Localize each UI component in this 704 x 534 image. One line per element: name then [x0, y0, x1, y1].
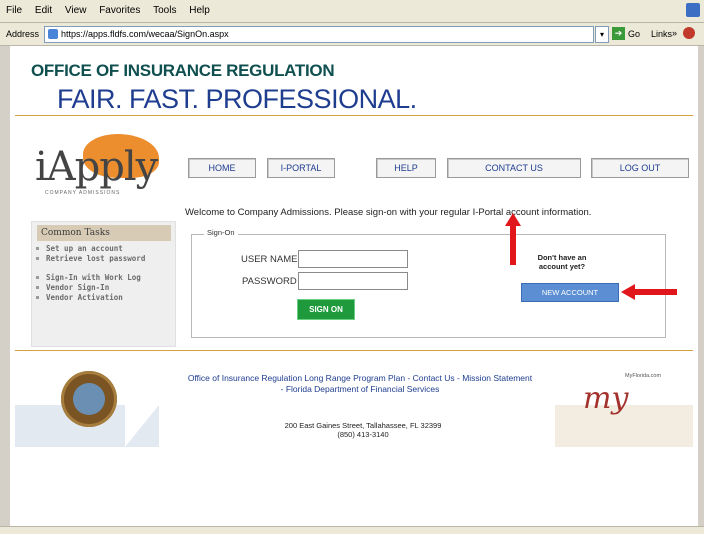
- arrow-left-icon: [621, 284, 677, 300]
- menu-help[interactable]: Help: [183, 0, 214, 16]
- chevron-right-icon[interactable]: »: [672, 28, 677, 38]
- toolbar-extension-icon[interactable]: [683, 27, 695, 39]
- seal-center: [73, 383, 105, 415]
- tagline: FAIR. FAST. PROFESSIONAL.: [57, 84, 417, 114]
- myflorida-link[interactable]: MyFlorida.com: [625, 373, 661, 379]
- footer-links: Office of Insurance Regulation Long Rang…: [160, 373, 560, 395]
- password-label: PASSWORD: [242, 276, 297, 287]
- task-sign-in-work-log[interactable]: Sign-In with Work Log: [46, 273, 141, 282]
- footer-phone: (850) 413-3140: [337, 430, 389, 439]
- footer-address: 200 East Gaines Street, Tallahassee, FL …: [263, 421, 463, 439]
- menu-file[interactable]: File: [0, 0, 26, 16]
- bullet-icon: [36, 296, 39, 299]
- sign-on-button[interactable]: SIGN ON: [297, 299, 355, 320]
- bullet-icon: [36, 247, 39, 250]
- page-icon: [48, 29, 58, 39]
- new-account-button[interactable]: NEW ACCOUNT: [521, 283, 619, 302]
- logo-text: iApply: [35, 144, 158, 190]
- footer-links-line2[interactable]: - Florida Department of Financial Servic…: [160, 384, 560, 395]
- task-vendor-sign-in[interactable]: Vendor Sign-In: [46, 283, 109, 292]
- links-button[interactable]: Links: [651, 29, 672, 39]
- address-url: https://apps.fldfs.com/wecaa/SignOn.aspx: [61, 29, 229, 39]
- bullet-icon: [36, 286, 39, 289]
- browser-logo-icon: [686, 3, 700, 17]
- nav-iportal-button[interactable]: I-PORTAL: [267, 158, 335, 178]
- username-label: USER NAME: [241, 254, 298, 265]
- arrow-up-icon: [505, 213, 521, 265]
- nav-logout-button[interactable]: LOG OUT: [591, 158, 689, 178]
- menu-edit[interactable]: Edit: [29, 0, 56, 16]
- browser-menubar: File Edit View Favorites Tools Help: [0, 0, 704, 23]
- myflorida-logo[interactable]: my: [583, 381, 628, 416]
- bullet-icon: [36, 276, 39, 279]
- password-input[interactable]: [298, 272, 408, 290]
- username-input[interactable]: [298, 250, 408, 268]
- bullet-icon: [36, 257, 39, 260]
- welcome-text: Welcome to Company Admissions. Please si…: [185, 207, 592, 218]
- common-tasks-sidebar: Common Tasks Set up an account Retrieve …: [31, 221, 176, 347]
- org-title: OFFICE OF INSURANCE REGULATION: [31, 61, 335, 80]
- go-arrow-icon[interactable]: ➔: [612, 27, 625, 40]
- task-vendor-activation[interactable]: Vendor Activation: [46, 293, 123, 302]
- address-bar: Address https://apps.fldfs.com/wecaa/Sig…: [0, 23, 704, 46]
- menu-view[interactable]: View: [59, 0, 91, 16]
- menu-tools[interactable]: Tools: [147, 0, 180, 16]
- address-label: Address: [6, 29, 40, 39]
- page: OFFICE OF INSURANCE REGULATION FAIR. FAS…: [15, 51, 693, 451]
- nav-help-button[interactable]: HELP: [376, 158, 436, 178]
- no-account-text: Don't have an account yet?: [537, 253, 587, 271]
- browser-viewport: OFFICE OF INSURANCE REGULATION FAIR. FAS…: [10, 46, 698, 526]
- go-button[interactable]: Go: [628, 29, 640, 39]
- footer-address-line1: 200 East Gaines Street, Tallahassee, FL …: [284, 421, 442, 430]
- task-set-up-account[interactable]: Set up an account: [46, 244, 123, 253]
- sidebar-title: Common Tasks: [37, 225, 171, 241]
- footer-divider: [15, 350, 693, 351]
- florida-seal-icon: [61, 371, 117, 427]
- signon-legend: Sign-On: [204, 228, 238, 237]
- logo-subtext: COMPANY ADMISSIONS: [45, 190, 121, 196]
- iapply-logo: iApply COMPANY ADMISSIONS: [35, 134, 159, 200]
- nav-contact-button[interactable]: CONTACT US: [447, 158, 581, 178]
- nav-home-button[interactable]: HOME: [188, 158, 256, 178]
- address-input[interactable]: https://apps.fldfs.com/wecaa/SignOn.aspx: [44, 26, 594, 43]
- task-retrieve-password[interactable]: Retrieve lost password: [46, 254, 146, 263]
- footer-left-shape: [125, 405, 159, 447]
- footer-links-line1[interactable]: Office of Insurance Regulation Long Rang…: [160, 373, 560, 384]
- header-divider: [15, 115, 693, 116]
- address-dropdown-icon[interactable]: ▾: [595, 26, 609, 43]
- menu-favorites[interactable]: Favorites: [93, 0, 144, 16]
